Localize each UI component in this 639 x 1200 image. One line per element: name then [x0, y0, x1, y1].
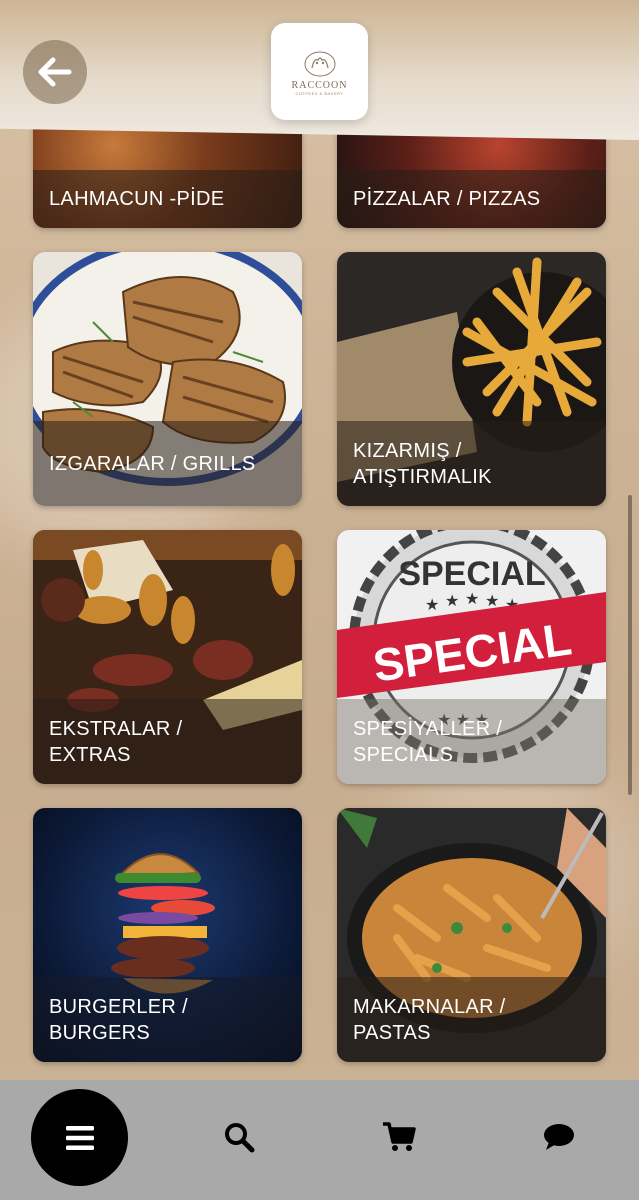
svg-text:★: ★ [465, 591, 479, 608]
svg-text:★: ★ [445, 593, 459, 610]
search-icon [225, 1123, 255, 1153]
category-card-pastas[interactable]: MAKARNALAR / PASTAS [337, 808, 606, 1062]
category-label: IZGARALAR / GRILLS [49, 452, 256, 475]
category-card-fried[interactable]: KIZARMIŞ / ATIŞTIRMALIK [337, 252, 606, 506]
category-grid: LAHMACUN -PİDE PİZZALAR / PIZZAS IZGARAL… [0, 0, 639, 1080]
brand-name: RACCOON [291, 79, 348, 91]
cart-icon [383, 1122, 416, 1151]
category-card-burgers[interactable]: BURGERLER / BURGERS [33, 808, 302, 1062]
menu-button[interactable] [31, 1089, 128, 1186]
special-arc-text: SPECIAL [398, 555, 545, 593]
category-label: EKSTRALAR / EXTRAS [49, 717, 183, 766]
brand-tagline: COFFEES & BAKERY [295, 90, 344, 96]
scrollbar[interactable] [628, 495, 632, 795]
category-card-specials[interactable]: SPECIAL ★★ ★★ ★ SPECIAL ★ ★ ★ SPESİYALLE… [337, 530, 606, 784]
category-label: KIZARMIŞ / ATIŞTIRMALIK [353, 439, 492, 488]
chat-button[interactable] [539, 1117, 579, 1157]
category-label: SPESİYALLER / SPECIALS [353, 717, 503, 766]
category-label: PİZZALAR / PIZZAS [353, 188, 541, 210]
svg-text:★: ★ [425, 597, 439, 614]
raccoon-logo-icon [304, 51, 335, 76]
category-card-grills[interactable]: IZGARALAR / GRILLS [33, 252, 302, 506]
search-button[interactable] [219, 1117, 259, 1157]
category-label: BURGERLER / BURGERS [49, 995, 188, 1044]
arrow-left-icon [38, 57, 72, 87]
category-card-extras[interactable]: EKSTRALAR / EXTRAS [33, 530, 302, 784]
category-label: LAHMACUN -PİDE [49, 188, 225, 210]
hamburger-menu-icon [65, 1125, 94, 1150]
category-label: MAKARNALAR / PASTAS [353, 995, 506, 1044]
brand-logo[interactable]: RACCOON COFFEES & BAKERY [271, 23, 368, 120]
back-button[interactable] [23, 40, 87, 104]
chat-bubble-icon [544, 1124, 574, 1150]
cart-button[interactable] [379, 1117, 419, 1157]
